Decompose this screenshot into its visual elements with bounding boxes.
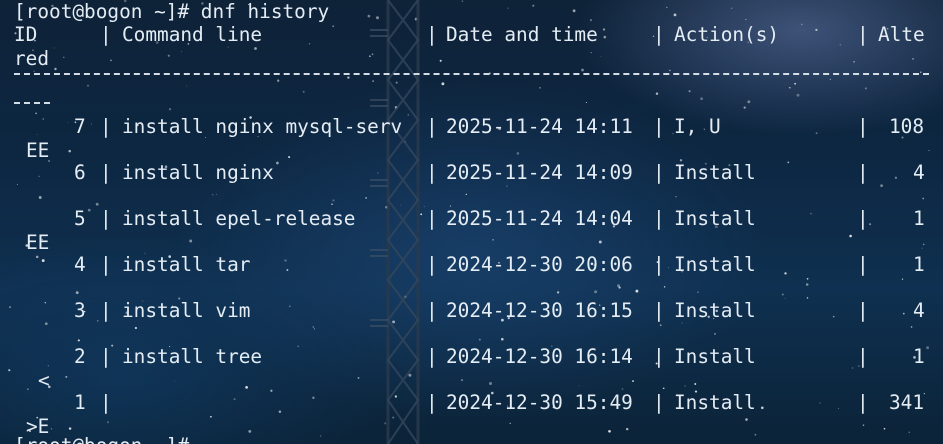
row-altered: 4 — [913, 161, 925, 184]
column-separator: | — [100, 161, 112, 184]
row-id: 5 — [74, 207, 86, 230]
column-separator: | — [426, 253, 438, 276]
column-separator: | — [653, 115, 665, 138]
column-separator: | — [100, 23, 112, 46]
column-separator: | — [426, 299, 438, 322]
header-divider — [14, 73, 929, 75]
row-command: install tree — [122, 345, 263, 368]
header-altered: Alte — [878, 23, 925, 46]
column-separator: | — [100, 207, 112, 230]
row-action: Install — [674, 299, 756, 322]
table-row: 2 | install tree | 2024-12-30 16:14 | In… — [0, 345, 943, 369]
column-separator: | — [857, 345, 869, 368]
column-separator: | — [857, 391, 869, 414]
table-row: 1 | | 2024-12-30 15:49 | Install | 341 — [0, 391, 943, 415]
row-id: 3 — [74, 299, 86, 322]
column-separator: | — [653, 345, 665, 368]
row-id: 4 — [74, 253, 86, 276]
row-action: Install — [674, 253, 756, 276]
row-date: 2024-12-30 15:49 — [446, 391, 633, 414]
column-separator: | — [857, 253, 869, 276]
row-id: 1 — [74, 391, 86, 414]
terminal-window[interactable]: [root@bogon ~]# dnf history ID | Command… — [0, 0, 943, 444]
table-row: 4 | install tar | 2024-12-30 20:06 | Ins… — [0, 253, 943, 277]
table-row: 5 | install epel-release | 2025-11-24 14… — [0, 207, 943, 231]
row-action: I, U — [674, 115, 721, 138]
row-command: install vim — [122, 299, 251, 322]
column-separator: | — [426, 345, 438, 368]
row-date: 2025-11-24 14:11 — [446, 115, 633, 138]
column-separator: | — [426, 391, 438, 414]
header-id: ID — [14, 23, 38, 46]
row-altered: 108 — [889, 115, 925, 138]
header-altered-wrap: red — [14, 47, 50, 70]
row-action: Install — [674, 207, 756, 230]
row-altered: 4 — [913, 299, 925, 322]
row-command: install nginx mysql-serv — [122, 115, 403, 138]
column-separator: | — [426, 161, 438, 184]
column-separator: | — [100, 345, 112, 368]
row-altered: 1 — [913, 345, 925, 368]
table-header-row: ID | Command line | Date and time | Acti… — [0, 23, 943, 47]
column-separator: | — [426, 23, 438, 46]
column-separator: | — [653, 207, 665, 230]
column-separator: | — [653, 391, 665, 414]
row-date: 2024-12-30 16:15 — [446, 299, 633, 322]
row-command: install epel-release — [122, 207, 356, 230]
header-command-line: Command line — [122, 23, 263, 46]
row-command: install nginx — [122, 161, 274, 184]
column-separator: | — [857, 115, 869, 138]
header-divider-wrap — [14, 102, 50, 104]
header-date-time: Date and time — [446, 23, 598, 46]
row-overflow: EE — [26, 139, 50, 162]
command-prompt-line: [root@bogon ~]# dnf history — [14, 0, 330, 23]
row-id: 2 — [74, 345, 86, 368]
column-separator: | — [857, 23, 869, 46]
column-separator: | — [857, 299, 869, 322]
row-date: 2024-12-30 20:06 — [446, 253, 633, 276]
row-altered: 1 — [913, 207, 925, 230]
column-separator: | — [653, 23, 665, 46]
column-separator: | — [653, 161, 665, 184]
row-action: Install — [674, 345, 756, 368]
column-separator: | — [426, 207, 438, 230]
column-separator: | — [653, 299, 665, 322]
row-date: 2025-11-24 14:09 — [446, 161, 633, 184]
table-row: 3 | install vim | 2024-12-30 16:15 | Ins… — [0, 299, 943, 323]
column-separator: | — [857, 161, 869, 184]
row-id: 7 — [74, 115, 86, 138]
row-date: 2024-12-30 16:14 — [446, 345, 633, 368]
row-overflow: < — [38, 369, 50, 392]
row-date: 2025-11-24 14:04 — [446, 207, 633, 230]
table-row: 6 | install nginx | 2025-11-24 14:09 | I… — [0, 161, 943, 185]
row-id: 6 — [74, 161, 86, 184]
row-action: Install — [674, 391, 756, 414]
column-separator: | — [857, 207, 869, 230]
column-separator: | — [100, 253, 112, 276]
column-separator: | — [426, 115, 438, 138]
row-altered: 341 — [889, 391, 925, 414]
column-separator: | — [100, 115, 112, 138]
table-row: 7 | install nginx mysql-serv | 2025-11-2… — [0, 115, 943, 139]
column-separator: | — [100, 299, 112, 322]
column-separator: | — [653, 253, 665, 276]
row-altered: 1 — [913, 253, 925, 276]
next-command-prompt[interactable]: [root@bogon ~]# — [14, 434, 189, 444]
row-action: Install — [674, 161, 756, 184]
row-command: install tar — [122, 253, 251, 276]
row-overflow: EE — [26, 231, 50, 254]
column-separator: | — [100, 391, 112, 414]
header-actions: Action(s) — [674, 23, 780, 46]
